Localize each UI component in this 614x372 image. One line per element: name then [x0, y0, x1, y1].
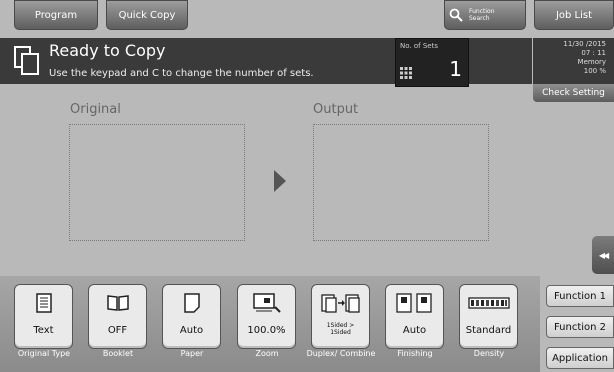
density-value: Standard — [465, 325, 512, 336]
paper-icon — [163, 289, 220, 317]
function1-tab[interactable]: Function 1 — [546, 285, 614, 307]
arrow-right-icon — [274, 170, 286, 192]
function-search-tab[interactable]: Function Search — [444, 0, 526, 30]
machine-info: 11/30 /2015 07 : 11 Memory 100 % — [533, 38, 614, 84]
double-chevron-left-icon: ◀◀ — [598, 250, 609, 260]
density-icon — [460, 289, 517, 317]
memory-label: Memory — [577, 58, 606, 66]
status-message: Use the keypad and C to change the numbe… — [49, 68, 314, 79]
zoom-label: Zoom — [255, 349, 279, 358]
function1-label: Function 1 — [553, 290, 607, 302]
zoom-button[interactable]: 100.0% — [237, 284, 296, 349]
job-list-tab[interactable]: Job List — [534, 0, 614, 30]
booklet-label: Booklet — [102, 349, 134, 358]
original-heading: Original — [70, 102, 121, 117]
booklet-button[interactable]: OFF — [88, 284, 147, 349]
job-list-label: Job List — [555, 9, 593, 21]
paper-button[interactable]: Auto — [162, 284, 221, 349]
original-type-label: Original Type — [17, 349, 71, 358]
output-heading: Output — [313, 102, 359, 117]
density-label: Density — [473, 349, 505, 358]
check-setting-label: Check Setting — [542, 88, 605, 98]
date-text: 11/30 /2015 — [563, 40, 606, 48]
output-preview — [313, 124, 489, 241]
document-text-icon — [15, 289, 72, 317]
book-icon — [89, 289, 146, 317]
copy-icon — [14, 46, 40, 76]
finishing-icon — [386, 289, 443, 317]
paper-label: Paper — [180, 349, 204, 358]
check-setting-button[interactable]: Check Setting — [533, 84, 614, 102]
quick-copy-tab[interactable]: Quick Copy — [106, 0, 188, 30]
duplex-value: 1Sided > 1Sided — [326, 322, 355, 336]
number-of-sets[interactable]: No. of Sets 1 — [395, 38, 469, 87]
application-tab[interactable]: Application — [546, 347, 614, 369]
density-button[interactable]: Standard — [459, 284, 518, 349]
finishing-label: Finishing — [397, 349, 433, 358]
duplex-icon — [312, 289, 369, 317]
status-title: Ready to Copy — [49, 41, 166, 60]
program-tab[interactable]: Program — [14, 0, 98, 30]
finishing-button[interactable]: Auto — [385, 284, 444, 349]
original-type-value: Text — [33, 325, 54, 336]
program-label: Program — [34, 9, 78, 21]
original-type-button[interactable]: Text — [14, 284, 73, 349]
zoom-value: 100.0% — [247, 325, 286, 336]
collapse-panel-button[interactable]: ◀◀ — [592, 236, 614, 274]
function-search-label: Function Search — [469, 8, 495, 22]
application-label: Application — [552, 352, 608, 364]
keypad-icon — [400, 67, 412, 79]
zoom-icon — [238, 289, 295, 317]
search-icon — [449, 8, 463, 22]
function2-tab[interactable]: Function 2 — [546, 316, 614, 338]
duplex-combine-label: Duplex/ Combine — [306, 349, 376, 358]
time-text: 07 : 11 — [581, 49, 606, 57]
finishing-value: Auto — [402, 325, 427, 336]
sets-value: 1 — [449, 57, 462, 81]
duplex-combine-button[interactable]: 1Sided > 1Sided — [311, 284, 370, 349]
function2-label: Function 2 — [553, 321, 607, 333]
quick-copy-label: Quick Copy — [118, 9, 176, 21]
original-preview — [69, 124, 245, 241]
memory-value: 100 % — [583, 67, 606, 75]
sets-label: No. of Sets — [400, 42, 438, 50]
paper-value: Auto — [179, 325, 204, 336]
booklet-value: OFF — [107, 325, 128, 336]
